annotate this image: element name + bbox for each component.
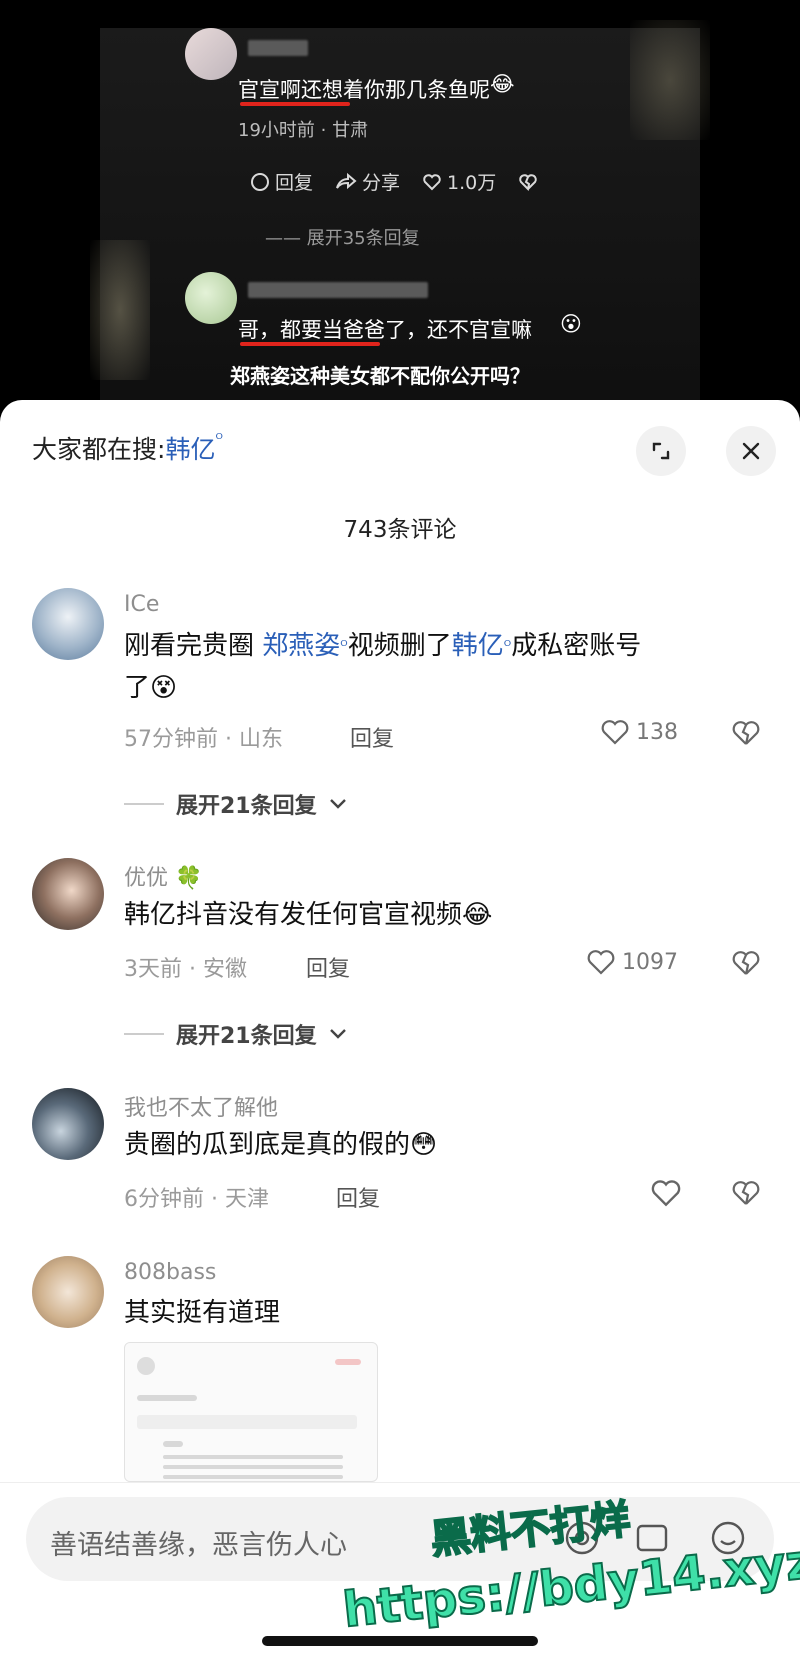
comment-author[interactable]: 808bass <box>124 1260 216 1285</box>
heart-icon <box>423 173 441 190</box>
blurred-username <box>248 282 428 298</box>
comment-text-part: 了 <box>124 673 151 703</box>
thumbnail-line <box>137 1395 197 1401</box>
thumbnail-line <box>163 1455 343 1459</box>
comment-text: 贵圈的瓜到底是真的假的😳 <box>124 1124 437 1166</box>
thumbnail-line <box>163 1441 183 1447</box>
thumbnail-line <box>137 1415 357 1429</box>
expand-replies-label: 展开21条回复 <box>176 794 317 819</box>
chevron-down-icon <box>329 1029 346 1039</box>
comment-text-part: 刚看完贵圈 <box>124 631 263 661</box>
video-player[interactable]: 官宣啊还想着你那几条鱼呢 😂 19小时前 · 甘肃 回复 分享 1.0万 —— … <box>0 0 800 405</box>
video-comment-meta: 19小时前 · 甘肃 <box>238 120 369 141</box>
comment-text: 韩亿抖音没有发任何官宣视频😂 <box>124 894 492 936</box>
video-expand-replies: —— 展开35条回复 <box>265 228 420 249</box>
broken-heart-icon[interactable] <box>730 948 762 978</box>
comment-image-thumbnail[interactable] <box>124 1342 378 1482</box>
search-suggestion-prefix: 大家都在搜: <box>32 435 166 464</box>
video-comment-actions: 回复 分享 1.0万 <box>250 168 538 195</box>
chevron-down-icon <box>329 799 346 809</box>
expand-replies-button[interactable]: 展开21条回复 <box>124 1018 347 1050</box>
video-comment-text: 哥，都要当爸爸了，还不官宣嘛 <box>238 318 532 342</box>
dislike-action <box>518 168 538 195</box>
comment-text-part: 贵圈的瓜到底是真的假的 <box>124 1130 411 1160</box>
comment-author[interactable]: ICe <box>124 592 159 617</box>
video-light <box>630 20 710 140</box>
video-light <box>90 240 150 380</box>
like-count: 1097 <box>622 949 678 975</box>
avatar[interactable] <box>32 858 104 930</box>
thumbnail-line <box>163 1475 343 1479</box>
comment-text-part: 韩亿抖音没有发任何官宣视频 <box>124 900 463 930</box>
reply-button[interactable]: 回复 <box>306 951 350 983</box>
surprised-emoji-icon: 😮 <box>560 312 582 336</box>
red-underline <box>240 102 350 106</box>
search-icon: ᴼ <box>340 637 348 655</box>
avatar[interactable] <box>32 1088 104 1160</box>
thumbnail-line <box>163 1465 343 1469</box>
video-comment-avatar <box>185 28 237 80</box>
close-button[interactable] <box>726 426 776 476</box>
comment-text: 刚看完贵圈 郑燕姿ᴼ视频删了韩亿ᴼ成私密账号 了😵 <box>124 625 764 709</box>
thumbnail-line <box>335 1359 361 1365</box>
heart-icon <box>587 950 615 975</box>
reply-action: 回复 <box>250 168 313 195</box>
clover-icon: 🍀 <box>175 866 203 891</box>
like-action: 1.0万 <box>422 168 496 195</box>
search-suggestion[interactable]: 大家都在搜:韩亿ᴼ <box>32 430 223 466</box>
video-comment-avatar <box>185 272 237 324</box>
broken-heart-icon <box>519 173 537 191</box>
comment-input-placeholder: 善语结善缘，恶言伤人心 <box>50 1530 347 1561</box>
avatar[interactable] <box>32 1256 104 1328</box>
share-label: 分享 <box>362 172 401 194</box>
heart-icon <box>601 720 629 745</box>
like-button[interactable]: 1097 <box>586 948 678 976</box>
thumbnail-avatar <box>137 1357 155 1375</box>
laughing-emoji-icon: 😂 <box>462 900 493 930</box>
reply-label: 回复 <box>275 172 314 194</box>
like-count: 138 <box>636 719 678 745</box>
keyword-link[interactable]: 郑燕姿 <box>262 631 340 661</box>
expand-replies-label: 展开21条回复 <box>176 1024 317 1049</box>
flushed-emoji-icon: 😳 <box>410 1130 438 1160</box>
comment-meta: 3天前 · 安徽 <box>124 957 247 982</box>
search-keyword-link[interactable]: 韩亿 <box>165 435 215 464</box>
divider <box>124 803 164 805</box>
comment-author[interactable]: 优优 🍀 <box>124 860 202 892</box>
broken-heart-icon[interactable] <box>730 1178 762 1208</box>
comment-text-part: 成私密账号 <box>511 631 642 661</box>
video-caption: 郑燕姿这种美女都不配你公开吗？ <box>230 364 530 388</box>
keyword-link[interactable]: 韩亿 <box>452 631 504 661</box>
reply-button[interactable]: 回复 <box>350 721 394 753</box>
home-indicator[interactable] <box>262 1636 538 1646</box>
share-action: 分享 <box>335 168 400 195</box>
comment-text: 其实挺有道理 <box>124 1298 281 1328</box>
comment-author[interactable]: 我也不太了解他 <box>124 1090 278 1122</box>
share-arrow-icon <box>336 172 357 189</box>
laughing-emoji-icon: 😂 <box>490 72 515 96</box>
comment-sheet <box>0 400 800 1665</box>
chat-bubble-icon <box>251 172 269 191</box>
video-comment-text: 官宣啊还想着你那几条鱼呢 <box>238 78 490 102</box>
expand-icon <box>652 442 670 460</box>
search-icon: ᴼ <box>215 430 223 448</box>
broken-heart-icon[interactable] <box>730 718 762 748</box>
heart-icon[interactable] <box>650 1178 682 1208</box>
avatar[interactable] <box>32 588 104 660</box>
like-button[interactable]: 138 <box>600 718 678 746</box>
comment-author-name: 优优 <box>124 866 169 891</box>
close-icon <box>742 442 760 460</box>
like-count: 1.0万 <box>447 172 497 194</box>
comment-meta: 6分钟前 · 天津 <box>124 1187 269 1212</box>
red-underline <box>240 342 380 346</box>
reply-button[interactable]: 回复 <box>336 1181 380 1213</box>
comment-meta: 57分钟前 · 山东 <box>124 727 283 752</box>
expand-button[interactable] <box>636 426 686 476</box>
expand-replies-button[interactable]: 展开21条回复 <box>124 788 347 820</box>
dizzy-emoji-icon: 😵 <box>150 673 178 703</box>
blurred-username <box>248 40 308 56</box>
comment-count: 743条评论 <box>343 517 457 543</box>
divider <box>124 1033 164 1035</box>
comment-text-part: 视频删了 <box>347 631 452 661</box>
